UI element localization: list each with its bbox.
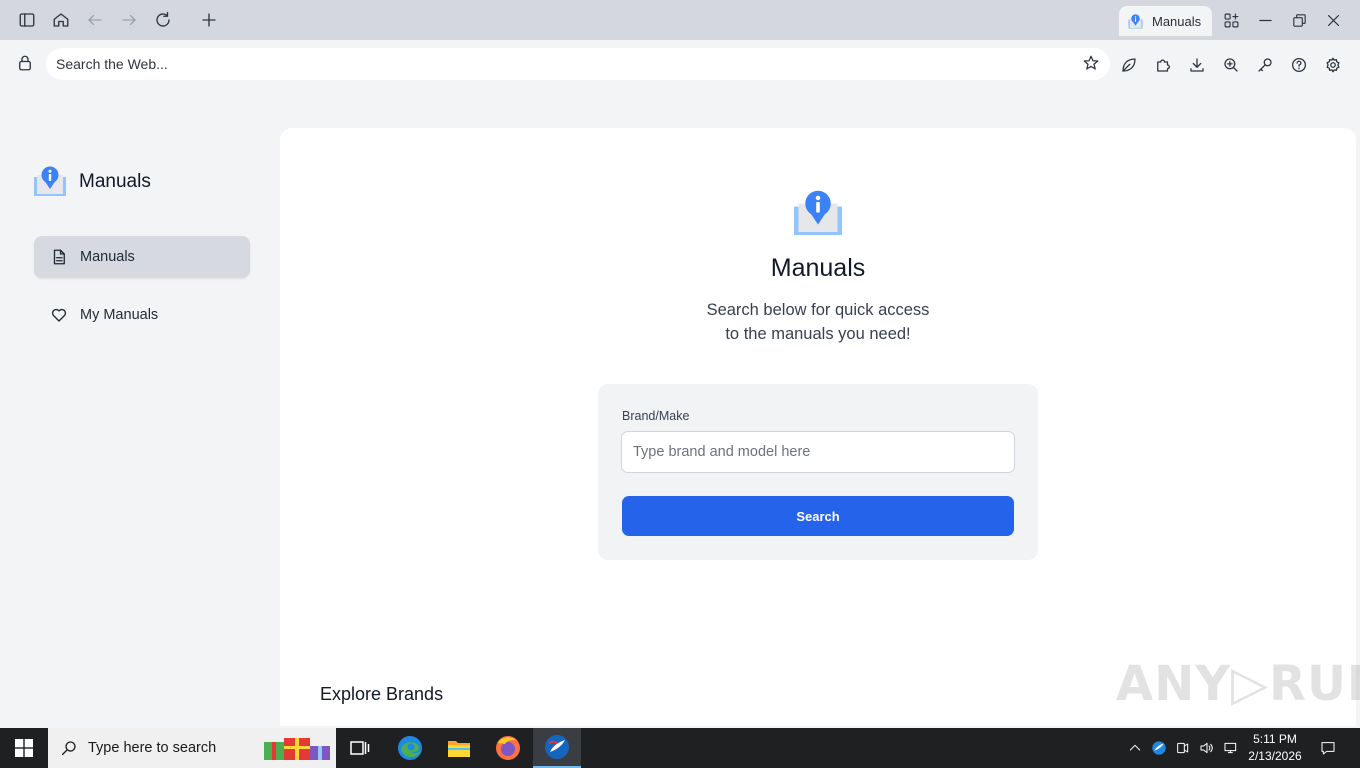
manuals-favicon-icon (1128, 13, 1143, 29)
browser-app-icon[interactable] (533, 728, 581, 768)
clock-date: 2/13/2026 (1248, 749, 1302, 763)
edge-browser-icon[interactable] (386, 728, 434, 768)
manuals-hero-icon (794, 190, 842, 235)
notification-icon[interactable] (1319, 739, 1337, 757)
url-input[interactable] (56, 48, 1066, 80)
sidebar: Manuals Manuals My Manuals (0, 88, 280, 728)
sidebar-item-my-manuals[interactable]: My Manuals (34, 294, 250, 336)
explore-brands-heading: Explore Brands (320, 684, 444, 704)
download-icon[interactable] (1186, 54, 1208, 76)
taskbar-search-placeholder: Type here to search (88, 740, 217, 756)
search-button[interactable]: Search (622, 496, 1014, 536)
extensions-grid-icon[interactable] (1220, 9, 1242, 31)
windows-start-icon[interactable] (0, 728, 48, 768)
extension-puzzle-icon[interactable] (1152, 54, 1174, 76)
anyrun-watermark-logo: ANY▷RUN (1116, 656, 1360, 712)
reload-icon[interactable] (151, 8, 175, 32)
sidebar-item-label: My Manuals (80, 307, 159, 323)
tray-device-icon[interactable] (1174, 739, 1192, 757)
lock-icon[interactable] (16, 54, 38, 76)
heart-icon (51, 308, 67, 322)
restore-icon[interactable] (1288, 9, 1310, 31)
new-tab-plus-icon[interactable] (197, 8, 221, 32)
sidebar-item-label: Manuals (80, 249, 135, 265)
zoom-icon[interactable] (1220, 54, 1242, 76)
bookmark-star-icon[interactable] (1082, 54, 1102, 74)
sidebar-brand[interactable]: Manuals (33, 166, 151, 198)
close-icon[interactable] (1322, 9, 1344, 31)
brand-make-label: Brand/Make (622, 409, 690, 423)
network-icon[interactable] (1222, 739, 1240, 757)
sidebar-toggle-icon[interactable] (15, 8, 39, 32)
taskbar: Type here to search 5:11 PM 2/13/2026 (0, 728, 1360, 768)
settings-gear-icon[interactable] (1322, 54, 1344, 76)
key-icon[interactable] (1254, 54, 1276, 76)
volume-icon[interactable] (1198, 739, 1216, 757)
manuals-logo-icon (34, 166, 66, 196)
search-icon (61, 741, 76, 756)
back-arrow-icon[interactable] (83, 8, 107, 32)
task-view-icon[interactable] (336, 728, 384, 768)
subtitle-line-1: Search below for quick access (706, 301, 930, 319)
minimize-icon[interactable] (1254, 9, 1276, 31)
address-bar-row (0, 40, 1360, 88)
forward-arrow-icon[interactable] (117, 8, 141, 32)
help-icon[interactable] (1288, 54, 1310, 76)
page-subtitle: Search below for quick access to the man… (280, 298, 1356, 346)
main-content: Manuals Search below for quick access to… (280, 128, 1356, 726)
page-title: Manuals (770, 254, 866, 282)
subtitle-line-2: to the manuals you need! (725, 325, 911, 343)
taskbar-clock[interactable]: 5:11 PM 2/13/2026 (1240, 731, 1310, 765)
brand-name: Manuals (79, 171, 151, 192)
tab-label: Manuals (1152, 13, 1202, 29)
firefox-icon[interactable] (484, 728, 532, 768)
document-icon (53, 249, 65, 265)
home-icon[interactable] (49, 8, 73, 32)
search-form-card: Brand/Make Search (598, 384, 1038, 560)
leaf-icon[interactable] (1118, 54, 1140, 76)
sidebar-item-manuals[interactable]: Manuals (34, 236, 250, 278)
tray-chevron-up-icon[interactable] (1126, 739, 1144, 757)
clock-time: 5:11 PM (1253, 732, 1297, 746)
browser-title-bar: Manuals (0, 0, 1360, 40)
tab-manuals[interactable]: Manuals (1119, 6, 1212, 36)
taskbar-search-box[interactable]: Type here to search (48, 728, 336, 768)
file-explorer-icon[interactable] (435, 728, 483, 768)
gift-boxes-icon (264, 738, 330, 760)
tray-browser-icon[interactable] (1150, 739, 1168, 757)
address-bar (46, 48, 1110, 80)
brand-model-input[interactable] (621, 431, 1015, 473)
